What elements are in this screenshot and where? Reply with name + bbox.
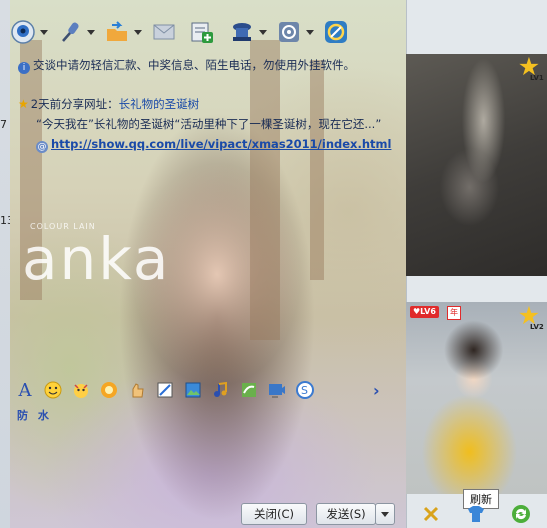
voice-call-button[interactable] — [57, 15, 100, 49]
sticker-icon — [101, 382, 117, 398]
share-url-link[interactable]: http://show.qq.com/live/vipact/xmas2011/… — [51, 137, 391, 151]
font-icon: A — [18, 379, 32, 401]
shake-window-button[interactable] — [127, 380, 147, 400]
chevron-down-icon[interactable] — [87, 29, 95, 35]
vip-level-text: LV6 — [420, 307, 436, 316]
share-prefix: 2天前分享网址： — [30, 97, 119, 111]
image-button[interactable] — [183, 380, 203, 400]
screenshot-button[interactable] — [155, 380, 175, 400]
font-button[interactable]: A — [15, 379, 35, 401]
sticker-button[interactable] — [99, 380, 119, 400]
remote-assist-button[interactable] — [229, 15, 272, 49]
share-url-row: @ http://show.qq.com/live/vipact/xmas2011… — [36, 137, 391, 153]
vip-level-badge: ♥LV6 — [410, 306, 439, 318]
create-group-button[interactable] — [189, 15, 215, 49]
shirt-icon — [468, 506, 484, 522]
smart-tips-button[interactable]: S — [295, 380, 315, 400]
format-toolbar: A S › — [15, 378, 380, 402]
video-snapshot-button[interactable] — [267, 380, 287, 400]
image-icon — [185, 382, 201, 398]
video-call-icon — [10, 19, 36, 45]
collapse-button[interactable] — [421, 504, 441, 524]
emoticon-button[interactable] — [43, 380, 63, 400]
doodle-button[interactable] — [239, 380, 259, 400]
send-file-icon — [104, 19, 130, 45]
create-group-icon — [189, 19, 215, 45]
refresh-button[interactable] — [510, 504, 530, 524]
my-avatar-show[interactable] — [406, 302, 547, 494]
annual-badge: 年 — [447, 306, 461, 320]
screenshot-icon — [157, 382, 173, 398]
browser-icon — [323, 19, 349, 45]
browser-button[interactable] — [323, 15, 349, 49]
shake-window-icon — [132, 383, 144, 398]
safety-notice-text: 交谈中请勿轻信汇款、中奖信息、陌生电话，勿使用外挂软件。 — [33, 58, 355, 72]
magic-face-icon — [74, 384, 88, 398]
star-icon: ★ — [18, 97, 29, 111]
music-button[interactable] — [211, 380, 231, 400]
chat-toolbar — [10, 12, 408, 52]
mail-icon — [151, 19, 177, 45]
bottom-level-label: LV2 — [530, 323, 544, 331]
refresh-icon — [512, 505, 530, 523]
emoticon-icon — [44, 381, 62, 399]
smart-tips-icon: S — [296, 381, 314, 399]
background-window-glyph: 7 — [0, 118, 7, 131]
send-options-dropdown[interactable] — [375, 503, 395, 525]
skin-watermark: anka — [22, 225, 171, 293]
collapse-icon — [423, 506, 439, 522]
microphone-icon — [57, 19, 83, 45]
share-message-header: ★ 2天前分享网址：长礼物的圣诞树 — [18, 96, 199, 112]
magic-face-button[interactable] — [71, 380, 91, 400]
info-icon: i — [18, 62, 30, 74]
send-button[interactable]: 发送(S) — [316, 503, 376, 525]
anti-spam-label[interactable]: 防 水 — [17, 407, 52, 423]
safety-notice: i 交谈中请勿轻信汇款、中奖信息、陌生电话，勿使用外挂软件。 — [18, 57, 355, 74]
share-description: “今天我在”长礼物的圣诞树“活动里种下了一棵圣诞树，现在它还...” — [36, 117, 382, 131]
send-file-button[interactable] — [104, 15, 147, 49]
app-center-button[interactable] — [276, 15, 319, 49]
share-title-link[interactable]: 长礼物的圣诞树 — [119, 97, 200, 111]
close-button[interactable]: 关闭(C) — [241, 503, 307, 525]
svg-text:S: S — [301, 384, 308, 397]
video-call-button[interactable] — [10, 15, 53, 49]
music-icon — [214, 381, 227, 397]
top-level-label: LV1 — [530, 74, 544, 82]
chevron-down-icon[interactable] — [306, 29, 314, 35]
more-tools-arrow[interactable]: › — [373, 381, 380, 400]
app-center-icon — [276, 19, 302, 45]
remote-assist-icon — [229, 19, 255, 45]
chevron-down-icon[interactable] — [259, 29, 267, 35]
doodle-icon — [242, 383, 256, 397]
video-snapshot-icon — [269, 384, 285, 398]
contact-avatar-show[interactable] — [406, 54, 547, 276]
chevron-down-icon[interactable] — [40, 29, 48, 35]
link-icon: @ — [36, 141, 48, 153]
qq-chat-window: 7 13 COLOUR LAIN anka i 交谈中请勿轻信汇款、中奖信息、陌… — [0, 0, 547, 528]
mail-button[interactable] — [151, 15, 177, 49]
dress-up-button[interactable] — [466, 504, 486, 524]
chat-skin-background: COLOUR LAIN anka — [10, 0, 408, 528]
chevron-down-icon[interactable] — [134, 29, 142, 35]
